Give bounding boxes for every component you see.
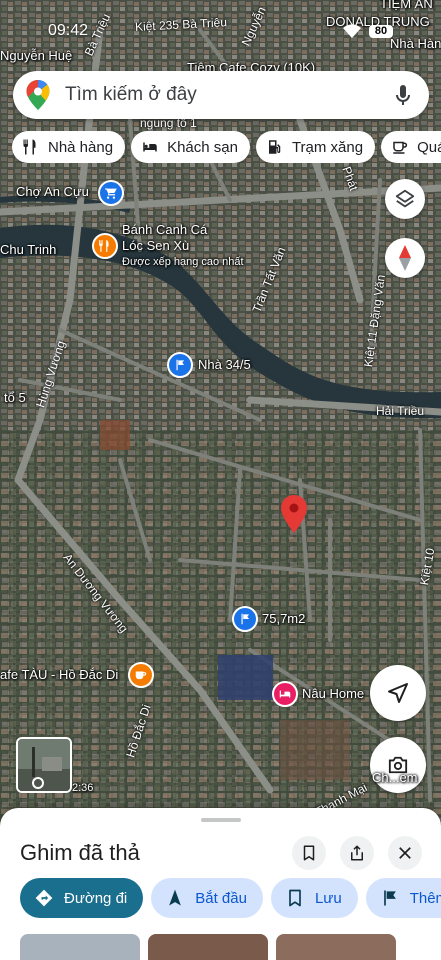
map-label-rating: Được xếp hạng cao nhất [122, 256, 244, 268]
compass-icon [399, 245, 411, 271]
cart-icon [105, 188, 117, 199]
battery-indicator: 80 [369, 25, 393, 38]
street-view-thumbnail[interactable] [16, 737, 72, 793]
cafe-marker[interactable] [128, 662, 154, 688]
map-label-chu-trinh: Chu Trinh [0, 242, 57, 257]
sheet-title: Ghim đã thả [20, 840, 140, 865]
add-label-button[interactable]: Thêm [365, 878, 441, 918]
start-label: Bắt đầu [195, 889, 247, 907]
hotel-icon [143, 142, 157, 152]
drag-handle[interactable] [201, 818, 241, 822]
photo-thumbnail[interactable] [276, 934, 396, 960]
map-label-area: 75,7m2 [262, 611, 306, 626]
coffee-icon [135, 671, 147, 680]
restaurant-marker[interactable] [92, 233, 118, 259]
saved-place-marker[interactable] [167, 352, 193, 378]
search-bar[interactable]: Tìm kiếm ở đây [13, 71, 429, 119]
photo-strip[interactable] [20, 934, 441, 960]
place-bottom-sheet[interactable]: Ghim đã thả Đường đi Bắt đầu Lưu Thêm [0, 808, 441, 960]
directions-button[interactable]: Đường đi [20, 878, 144, 918]
chip-restaurants[interactable]: Nhà hàng [12, 131, 126, 163]
chip-gas-stations[interactable]: Trạm xăng [255, 131, 376, 163]
fork-knife-icon [99, 240, 109, 252]
flag-icon [383, 890, 396, 906]
microphone-icon[interactable] [391, 83, 415, 107]
map-label-236: 2:36 [72, 782, 94, 794]
save-button[interactable]: Lưu [270, 878, 358, 918]
map-label-nau-home: Nâu Home [302, 686, 365, 701]
share-icon [351, 845, 363, 861]
chip-label: Trạm xăng [291, 138, 364, 156]
navigation-icon [169, 889, 182, 906]
chip-label: Khách sạn [167, 138, 238, 156]
chip-label: Quán cà [417, 138, 441, 156]
photo-thumbnail[interactable] [148, 934, 268, 960]
directions-label: Đường đi [64, 889, 128, 907]
close-button[interactable] [388, 836, 422, 870]
saved-place-marker-2[interactable] [232, 606, 258, 632]
dropped-pin-icon[interactable] [281, 495, 307, 533]
bookmark-icon [289, 889, 301, 907]
shopping-marker[interactable] [98, 180, 124, 206]
add-label: Thêm [409, 889, 441, 907]
map-label-cafe-tau: afe TÀU - Hồ Đắc Di [0, 667, 119, 682]
action-buttons: Đường đi Bắt đầu Lưu Thêm [20, 878, 441, 918]
start-button[interactable]: Bắt đầu [151, 878, 263, 918]
hotel-marker[interactable] [272, 681, 298, 707]
wifi-icon [343, 24, 361, 38]
status-bar: 09:42 80 [0, 0, 441, 40]
search-placeholder[interactable]: Tìm kiếm ở đây [65, 84, 391, 106]
map-label-nha-34: Nhà 34/5 [198, 357, 251, 372]
layers-button[interactable] [385, 179, 425, 219]
compass-button[interactable] [385, 238, 425, 278]
directions-icon [35, 889, 53, 907]
gas-station-icon [268, 140, 281, 154]
map-label-cho-an-cuu: Chợ An Cựu [16, 184, 89, 199]
bed-icon [279, 690, 291, 698]
map-label-banh-canh-2: Lóc Sen Xù [122, 238, 190, 253]
street-view-image [18, 739, 70, 791]
navigation-arrow-icon [388, 683, 408, 703]
save-label: Lưu [314, 889, 342, 907]
photo-thumbnail[interactable] [20, 934, 140, 960]
map-label-nguyen-hue: Nguyễn Huệ [0, 48, 73, 63]
chip-label: Nhà hàng [48, 138, 114, 156]
coffee-icon [393, 141, 408, 154]
share-button[interactable] [340, 836, 374, 870]
category-chips: Nhà hàng Khách sạn Trạm xăng Quán cà [12, 131, 441, 163]
close-icon [399, 847, 411, 859]
maps-logo-icon [26, 80, 50, 110]
save-icon-button[interactable] [292, 836, 326, 870]
status-time: 09:42 [48, 22, 89, 39]
bookmark-icon [303, 845, 315, 861]
flag-icon [176, 359, 185, 371]
street-hai-trieu: Hải Triều [376, 404, 425, 418]
flag-icon [241, 613, 250, 625]
restaurant-icon [23, 139, 36, 155]
chip-coffee[interactable]: Quán cà [381, 131, 441, 163]
layers-icon [395, 189, 415, 208]
map-label-to-5: tổ 5 [4, 390, 26, 405]
map-label-banh-canh-1: Bánh Canh Cá [122, 222, 208, 237]
lens-label: Ch...em [372, 770, 418, 785]
my-location-button[interactable] [370, 665, 426, 721]
chip-hotels[interactable]: Khách sạn [131, 131, 250, 163]
